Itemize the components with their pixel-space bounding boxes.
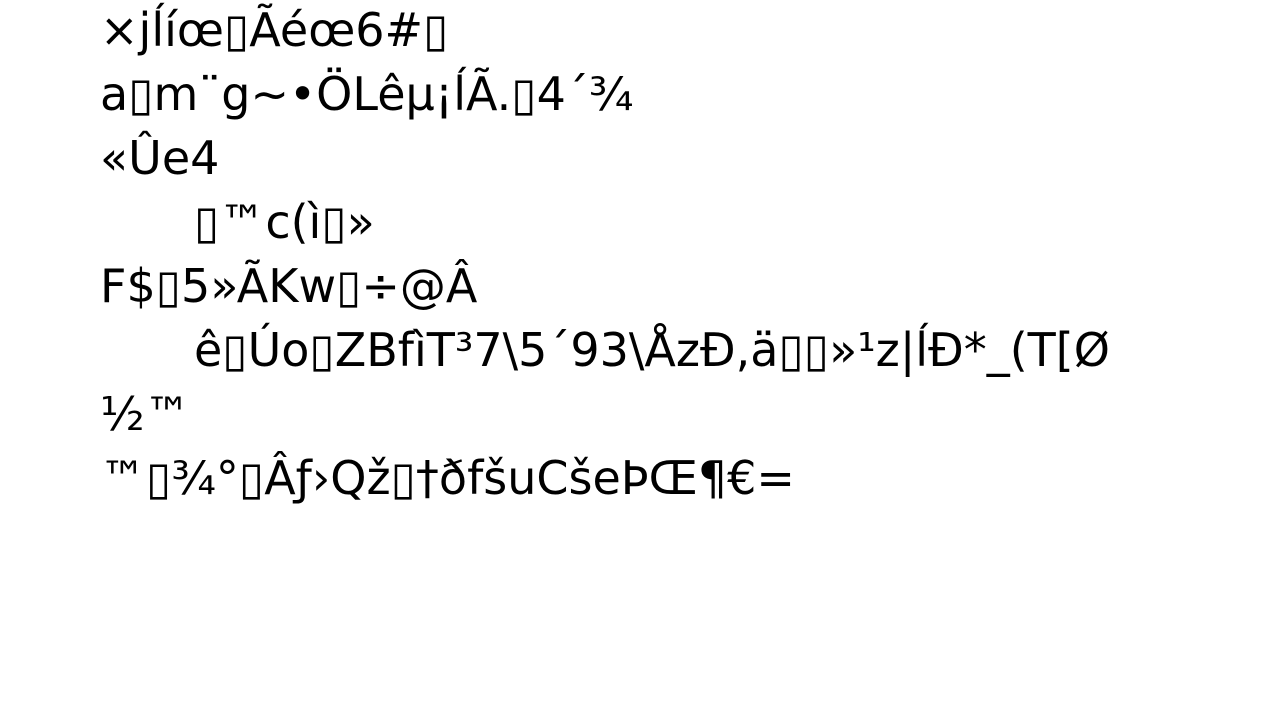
text-line-2: a▯m¨g~•ÖLêµ¡ĺÃ.▯4´¾	[100, 67, 634, 121]
text-line-5: F$▯5»ÃKw▯÷@Â	[100, 259, 478, 313]
text-line-7: ½™	[100, 387, 191, 441]
text-block: / ×jĺíœ▯Ãéœ6#▯ a▯m¨g~•ÖLêµ¡ĺÃ.▯4´¾ «Ûe4 …	[100, 0, 1270, 510]
text-line-4: ▯™c(ì▯»	[194, 195, 375, 249]
text-line-6: ê▯Úo▯ZBfìT³7\5´93\ÅzĐ,ä▯▯»¹z|ĺĐ*_(T[Ø	[194, 323, 1110, 377]
document-page: / ×jĺíœ▯Ãéœ6#▯ a▯m¨g~•ÖLêµ¡ĺÃ.▯4´¾ «Ûe4 …	[0, 0, 1280, 720]
text-line-3: «Ûe4	[100, 131, 220, 185]
text-line-1: ×jĺíœ▯Ãéœ6#▯	[100, 3, 449, 57]
text-line-8: ™▯¾°▯Âƒ›Qž▯†ðfšuCšeÞŒ¶€=	[100, 451, 795, 505]
